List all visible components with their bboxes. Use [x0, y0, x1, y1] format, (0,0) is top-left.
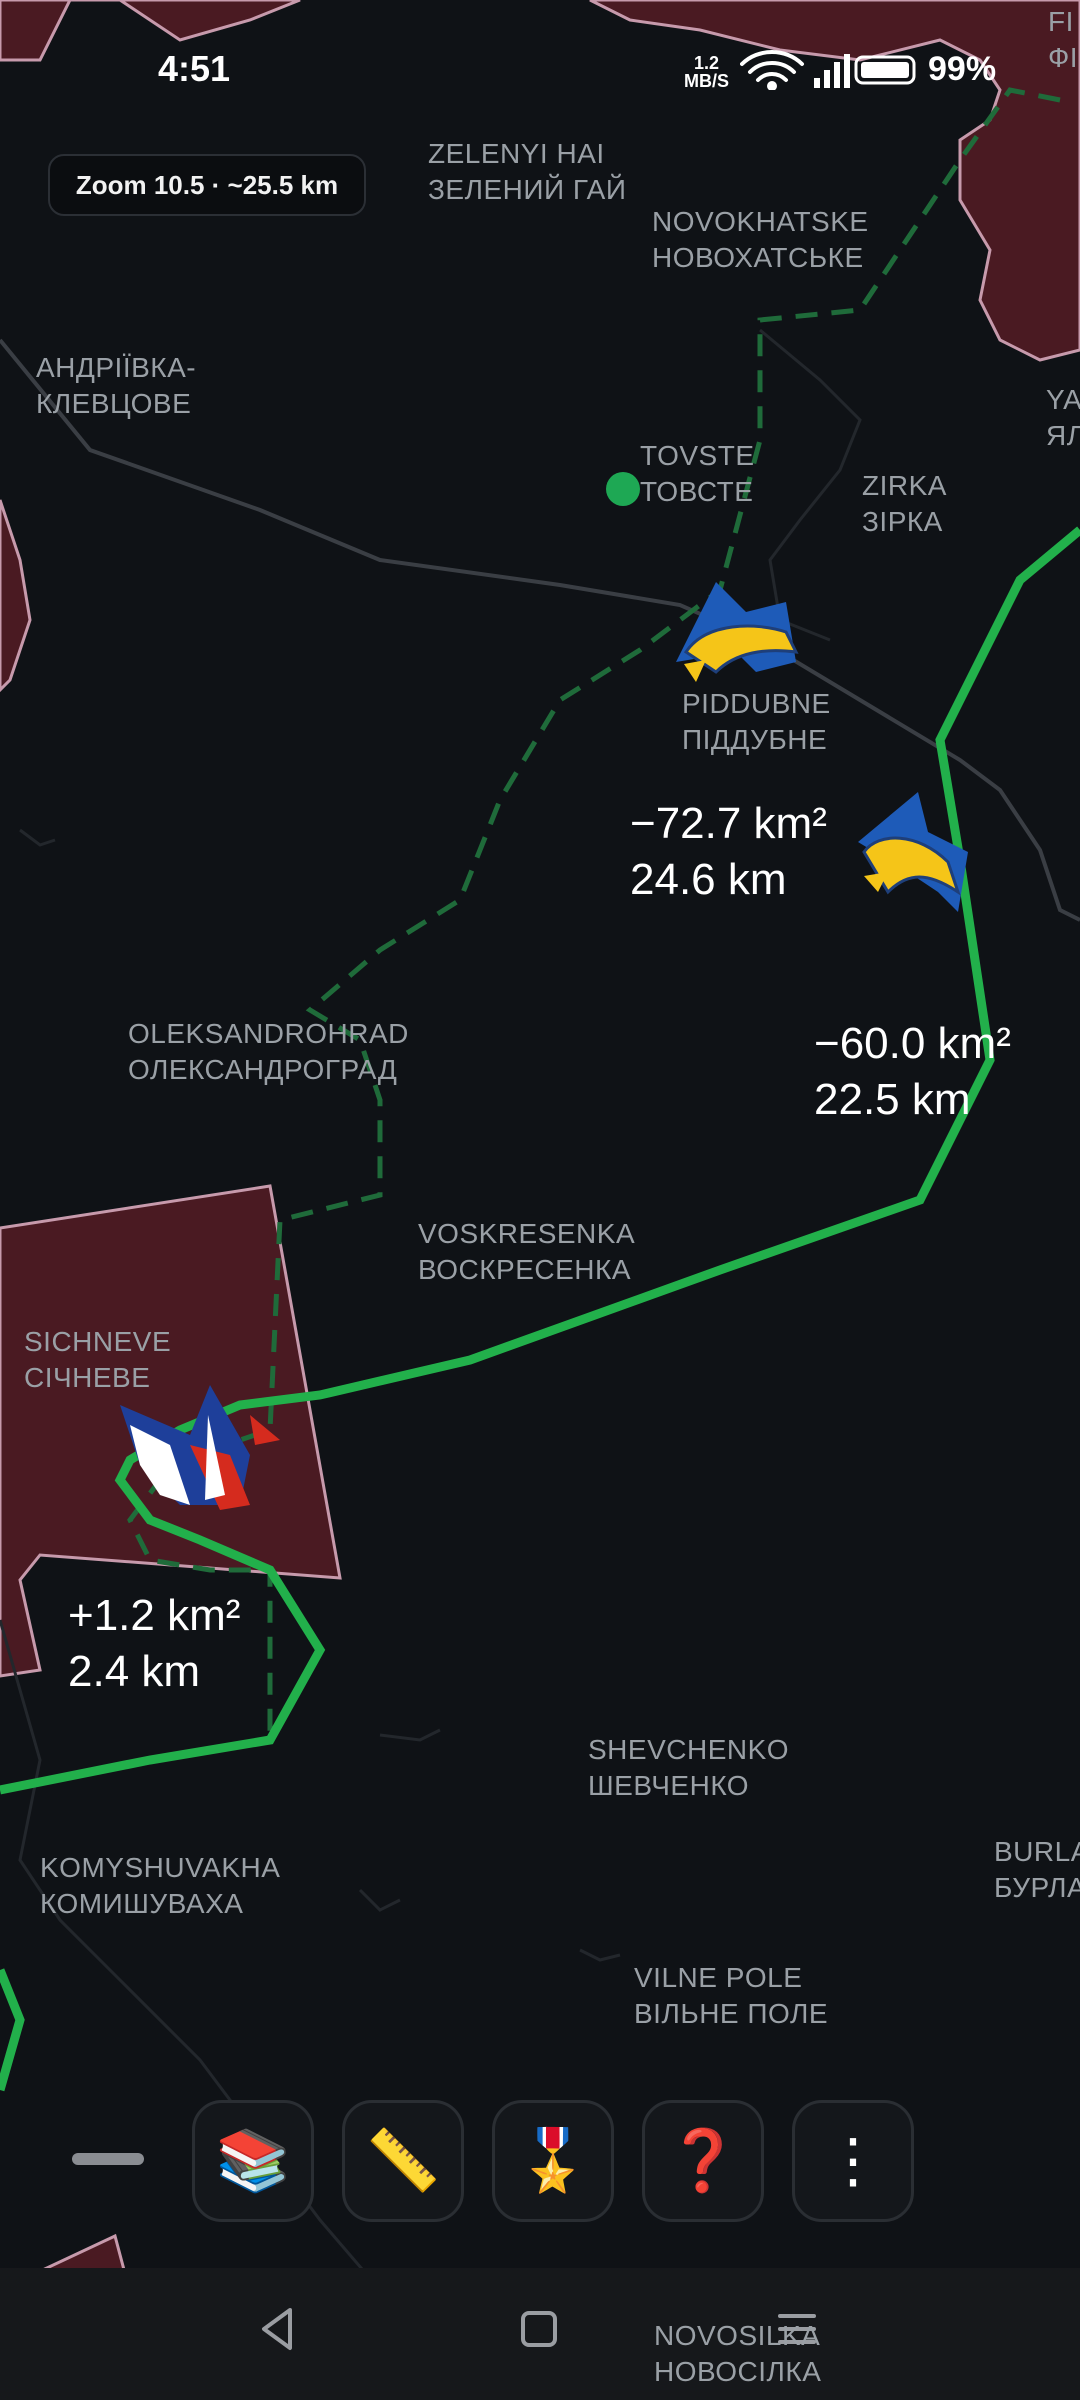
back-icon[interactable] [254, 2304, 304, 2354]
place-shevchenko: SHEVCHENKO ШЕВЧЕНКО [588, 1734, 790, 1801]
place-vilne-pole: VILNE POLE ВІЛЬНЕ ПОЛЕ [634, 1962, 829, 2029]
wifi-icon [740, 50, 804, 90]
place-komyshuvakha: KOMYSHUVAKHA КОМИШУВАХА [40, 1852, 281, 1919]
place-zelenyi-hai: ZELENYI HAI ЗЕЛЕНИЙ ГАЙ [428, 138, 627, 205]
clock: 4:51 [158, 48, 231, 89]
east-stat: −60.0 km² 22.5 km [814, 1016, 1011, 1128]
stat-area: −60.0 km² [814, 1019, 1011, 1068]
place-novokhatske: NOVOKHATSKE НОВОХАТСЬКЕ [652, 206, 869, 273]
medal-button[interactable]: 🎖️ [492, 2100, 614, 2222]
books-icon: 📚 [215, 2127, 291, 2194]
status-icons [740, 50, 916, 90]
question-icon: ❓ [665, 2127, 741, 2194]
system-nav-bar [0, 2268, 1080, 2400]
place-ya: YA ЯЛ [1046, 384, 1080, 451]
stat-distance: 2.4 km [68, 1647, 201, 1696]
place-oleksandrohrad: OLEKSANDROHRAD ОЛЕКСАНДРОГРАД [128, 1018, 409, 1085]
place-sichneve: SICHNEVE СІЧНЕВЕ [24, 1326, 172, 1393]
drag-handle[interactable] [72, 2153, 144, 2165]
piddubne-stat: −72.7 km² 24.6 km [630, 796, 827, 908]
more-vertical-icon: ⋮ [823, 2127, 883, 2194]
signal-icon [814, 54, 850, 88]
net-speed: 1.2 MB/S [684, 53, 729, 91]
place-novosilka: NOVOSILKA НОВОСІЛКА [654, 2320, 822, 2387]
ruler-button[interactable]: 📏 [342, 2100, 464, 2222]
home-icon[interactable] [514, 2304, 564, 2354]
bottom-toolbar: 📚 📏 🎖️ ❓ ⋮ [0, 2096, 1080, 2226]
battery-icon [854, 55, 916, 85]
place-burla: BURLA БУРЛА [994, 1836, 1080, 1903]
tovste-marker[interactable] [606, 472, 640, 506]
place-tovste: TOVSTE ТОВСТЕ [640, 440, 755, 507]
place-piddubne: PIDDUBNE ПІДДУБНЕ [682, 688, 831, 755]
sichneve-stat: +1.2 km² 2.4 km [68, 1588, 240, 1700]
battery-percent: 99% [928, 50, 997, 88]
help-button[interactable]: ❓ [642, 2100, 764, 2222]
stat-area: −72.7 km² [630, 799, 827, 848]
ruler-icon: 📏 [365, 2127, 441, 2194]
status-bar: 4:51 1.2 MB/S 99% [0, 0, 1080, 140]
stat-distance: 24.6 km [630, 855, 787, 904]
zoom-indicator: Zoom 10.5 · ~25.5 km [48, 154, 366, 216]
layers-button[interactable]: 📚 [192, 2100, 314, 2222]
place-andriivka: АНДРІЇВКА- КЛЕВЦОВЕ [36, 352, 197, 419]
medal-icon: 🎖️ [515, 2127, 591, 2194]
place-zirka: ZIRKA ЗІРКА [862, 470, 947, 537]
place-voskresenka: VOSKRESENKA ВОСКРЕСЕНКА [418, 1218, 636, 1285]
stat-area: +1.2 km² [68, 1591, 241, 1640]
more-button[interactable]: ⋮ [792, 2100, 914, 2222]
stat-distance: 22.5 km [814, 1075, 971, 1124]
